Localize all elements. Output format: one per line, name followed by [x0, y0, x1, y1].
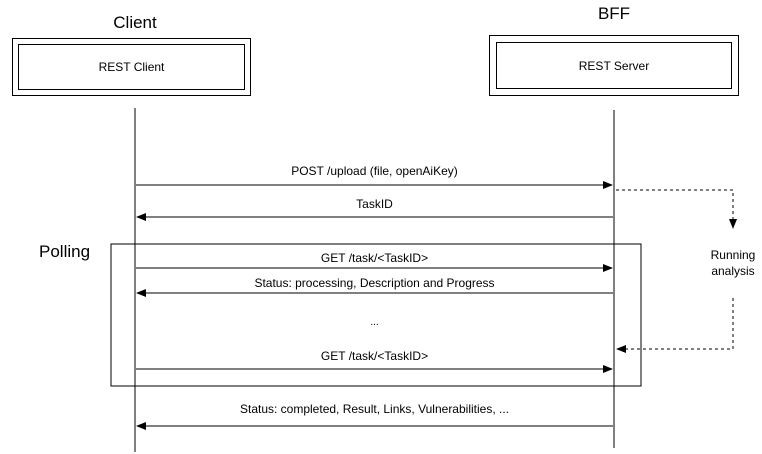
server-title: BFF: [597, 4, 631, 23]
polling-frame: [110, 243, 642, 387]
ellipsis-label: ...: [370, 317, 379, 328]
status-completed-message-label: Status: completed, Result, Links, Vulner…: [239, 402, 509, 416]
status-processing-message-label: Status: processing, Description and Prog…: [254, 276, 495, 290]
rest-client-box: REST Client: [12, 38, 251, 96]
running-analysis-line2: analysis: [711, 264, 755, 278]
get-task-message-label-2: GET /task/<TaskID>: [320, 349, 429, 363]
running-analysis-start-path: [616, 189, 737, 229]
rest-server-label: REST Server: [496, 42, 732, 89]
upload-message-label: POST /upload (file, openAiKey): [291, 164, 458, 178]
rest-server-box: REST Server: [489, 35, 739, 96]
running-analysis-line1: Running: [710, 248, 756, 262]
polling-label: Polling: [39, 242, 91, 261]
get-task-message-label-1: GET /task/<TaskID>: [320, 251, 429, 265]
client-title: Client: [113, 13, 157, 32]
task-id-message-label: TaskID: [356, 197, 393, 211]
running-analysis-return-path: [616, 298, 734, 353]
running-analysis-note: Running analysis: [688, 247, 762, 279]
rest-client-label: REST Client: [18, 44, 245, 90]
